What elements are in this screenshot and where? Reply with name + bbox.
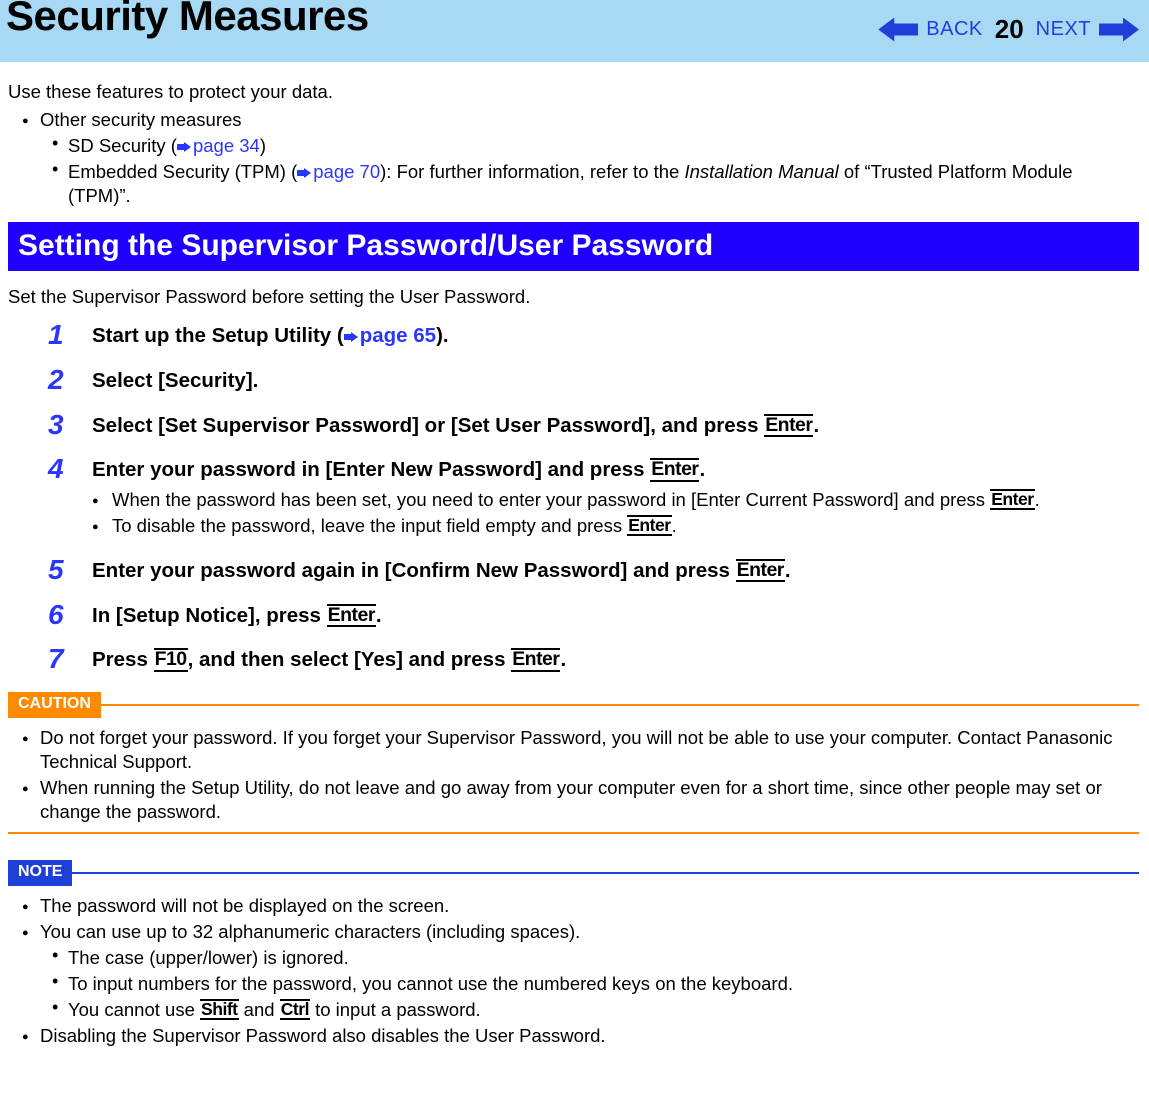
content-body: Use these features to protect your data.… (0, 62, 1149, 1074)
caution-rule (101, 704, 1139, 706)
text: to input a password. (310, 999, 481, 1020)
page-link-65[interactable]: page 65 (360, 324, 436, 347)
back-arrow-icon[interactable] (878, 18, 918, 42)
text: Enter your password in [Enter New Passwo… (92, 458, 650, 481)
note-item-2: You can use up to 32 alphanumeric charac… (22, 920, 1139, 1022)
key-enter: Enter (511, 648, 560, 671)
step-2: 2 Select [Security]. (48, 368, 1139, 395)
note-label: NOTE (8, 860, 72, 886)
key-enter: Enter (327, 604, 376, 627)
step-number: 3 (48, 411, 92, 439)
step-title: Select [Security]. (92, 369, 258, 392)
section-intro: Set the Supervisor Password before setti… (8, 285, 1139, 309)
text: ). (436, 324, 449, 347)
intro-sub-sd-security: SD Security ( page 34) (52, 134, 1139, 158)
step-number: 7 (48, 645, 92, 673)
caution-end-rule (8, 832, 1139, 834)
text: Enter your password again in [Confirm Ne… (92, 559, 736, 582)
text: Embedded Security (TPM) ( (68, 161, 297, 182)
text: . (560, 648, 566, 671)
note-sub-2: To input numbers for the password, you c… (52, 972, 1139, 996)
note-item-3: Disabling the Supervisor Password also d… (22, 1024, 1139, 1048)
link-arrow-icon (344, 332, 358, 342)
step-number: 5 (48, 556, 92, 584)
nav-cluster: BACK 20 NEXT (878, 14, 1139, 45)
step-4-sub-2: To disable the password, leave the input… (92, 514, 1139, 538)
key-enter: Enter (650, 458, 699, 481)
page-link-70[interactable]: page 70 (313, 161, 380, 182)
intro-text: Use these features to protect your data. (8, 80, 1139, 104)
caution-item-1: Do not forget your password. If you forg… (22, 726, 1139, 774)
step-5: 5 Enter your password again in [Confirm … (48, 558, 1139, 585)
key-shift: Shift (200, 999, 239, 1021)
page-title: Security Measures (6, 0, 369, 40)
intro-bullet-main-label: Other security measures (40, 109, 242, 130)
step-6: 6 In [Setup Notice], press Enter. (48, 603, 1139, 630)
text: . (813, 414, 819, 437)
step-3: 3 Select [Set Supervisor Password] or [S… (48, 413, 1139, 440)
text: You can use up to 32 alphanumeric charac… (40, 921, 580, 942)
text: Press (92, 648, 154, 671)
text: When the password has been set, you need… (112, 489, 990, 510)
installation-manual-ref: Installation Manual (684, 161, 838, 182)
intro-sub-tpm: Embedded Security (TPM) ( page 70): For f… (52, 160, 1139, 208)
text: Start up the Setup Utility ( (92, 324, 344, 347)
key-f10: F10 (154, 648, 188, 671)
text: To disable the password, leave the input… (112, 515, 627, 536)
step-number: 4 (48, 455, 92, 483)
step-4-sub-1: When the password has been set, you need… (92, 488, 1139, 512)
note-item-1: The password will not be displayed on th… (22, 894, 1139, 918)
text: SD Security ( (68, 135, 177, 156)
key-enter: Enter (736, 559, 785, 582)
header-band: Security Measures BACK 20 NEXT (0, 0, 1149, 62)
step-7: 7 Press F10, and then select [Yes] and p… (48, 647, 1139, 674)
text: You cannot use (68, 999, 200, 1020)
text: ) (260, 135, 266, 156)
key-ctrl: Ctrl (280, 999, 310, 1021)
step-number: 2 (48, 366, 92, 394)
page-link-34[interactable]: page 34 (193, 135, 260, 156)
next-button[interactable]: NEXT (1036, 18, 1091, 41)
text: Select [Set Supervisor Password] or [Set… (92, 414, 764, 437)
key-enter: Enter (627, 515, 671, 537)
caution-item-2: When running the Setup Utility, do not l… (22, 776, 1139, 824)
text: . (672, 515, 677, 536)
step-1: 1 Start up the Setup Utility ( page 65). (48, 323, 1139, 350)
caution-label: CAUTION (8, 692, 101, 718)
text: . (785, 559, 791, 582)
text: and (239, 999, 280, 1020)
text: In [Setup Notice], press (92, 604, 327, 627)
back-button[interactable]: BACK (926, 18, 982, 41)
note-rule (72, 872, 1139, 874)
text: . (699, 458, 705, 481)
link-arrow-icon (297, 168, 311, 178)
step-number: 1 (48, 321, 92, 349)
page-number: 20 (995, 14, 1024, 45)
note-sub-3: You cannot use Shift and Ctrl to input a… (52, 998, 1139, 1022)
key-enter: Enter (990, 489, 1034, 511)
text: . (1035, 489, 1040, 510)
step-4: 4 Enter your password in [Enter New Pass… (48, 457, 1139, 540)
steps-list: 1 Start up the Setup Utility (page 65). … (48, 323, 1139, 674)
key-enter: Enter (764, 414, 813, 437)
note-sub-1: The case (upper/lower) is ignored. (52, 946, 1139, 970)
text: , and then select [Yes] and press (188, 648, 512, 671)
section-banner: Setting the Supervisor Password/User Pas… (8, 222, 1139, 271)
text: . (376, 604, 382, 627)
link-arrow-icon (177, 142, 191, 152)
step-number: 6 (48, 601, 92, 629)
intro-bullet-main: Other security measures SD Security ( pag… (22, 108, 1139, 208)
text: ): For further information, refer to the (380, 161, 684, 182)
next-arrow-icon[interactable] (1099, 18, 1139, 42)
note-block: NOTE The password will not be displayed … (8, 860, 1139, 1048)
caution-block: CAUTION Do not forget your password. If … (8, 692, 1139, 834)
